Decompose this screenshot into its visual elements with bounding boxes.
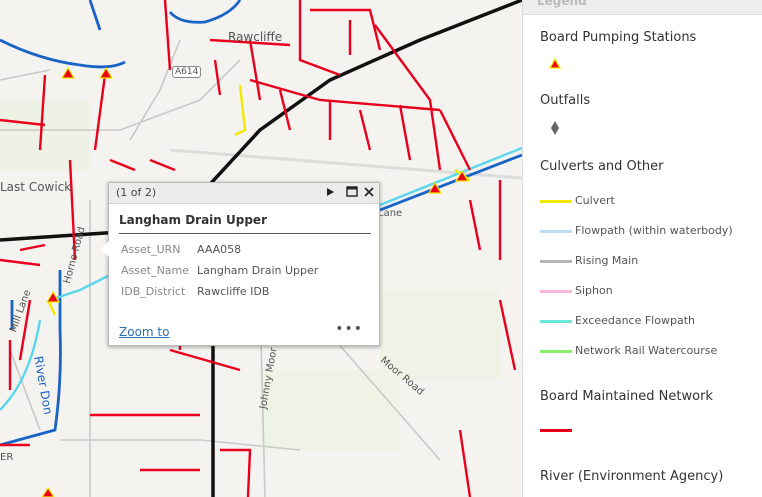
legend-item-label: Network Rail Watercourse (575, 344, 718, 357)
legend-section-river: River (Environment Agency) (540, 469, 724, 484)
legend-item-label: Siphon (575, 284, 613, 297)
field-value: AAA058 (197, 243, 242, 256)
popup-header: (1 of 2) (109, 183, 379, 204)
culvert-swatch (540, 200, 572, 203)
popup-field-row: IDB_District Rawcliffe IDB (121, 285, 269, 298)
legend-title: Legend (537, 0, 587, 8)
place-label-last-cowick: Last Cowick (0, 180, 72, 194)
board-network-swatch (540, 429, 572, 432)
field-value: Rawcliffe IDB (197, 285, 270, 298)
legend-item-label: Rising Main (575, 254, 639, 267)
legend-header: Legend (523, 0, 762, 15)
outfall-symbol-icon (551, 121, 559, 135)
map-edge-label: ER (0, 452, 14, 463)
place-label-rawcliffe: Rawcliffe (228, 30, 283, 44)
network-rail-swatch (540, 350, 572, 353)
popup-title: Langham Drain Upper (119, 213, 267, 227)
popup-field-row: Asset_Name Langham Drain Upper (121, 264, 318, 277)
zoom-to-link[interactable]: Zoom to (119, 325, 169, 339)
road-label-lane: Lane (378, 208, 403, 219)
legend-item-label: Exceedance Flowpath (575, 314, 695, 327)
flowpath-swatch (540, 230, 572, 233)
legend-item-label: Flowpath (within waterbody) (575, 224, 733, 237)
legend-item-label: Culvert (575, 194, 615, 207)
more-actions-button[interactable]: ••• (335, 321, 363, 337)
dock-icon[interactable] (345, 185, 359, 199)
rising-main-swatch (540, 260, 572, 263)
legend-section-outfalls: Outfalls (540, 93, 591, 108)
field-key: Asset_URN (121, 243, 181, 256)
legend-section-culverts: Culverts and Other (540, 159, 664, 174)
popup-divider (119, 233, 371, 234)
legend-panel: Legend Board Pumping Stations Outfalls C… (522, 0, 762, 497)
close-icon[interactable] (362, 185, 376, 199)
popup-field-row: Asset_URN AAA058 (121, 243, 241, 256)
feature-popup: (1 of 2) Langham Drain Upper Asset_URN AA… (100, 182, 380, 346)
pumping-station-symbol-icon (548, 57, 562, 69)
exceedance-flowpath-swatch (540, 320, 572, 323)
field-value: Langham Drain Upper (197, 264, 319, 277)
legend-section-pumping-stations: Board Pumping Stations (540, 30, 697, 45)
field-key: Asset_Name (121, 264, 190, 277)
popup-pager: (1 of 2) (116, 186, 157, 199)
siphon-swatch (540, 290, 572, 293)
legend-section-board-network: Board Maintained Network (540, 389, 713, 404)
map-view[interactable]: Rawcliffe Last Cowick A614 River Don Moo… (0, 0, 522, 497)
road-shield-a614: A614 (172, 66, 202, 78)
field-key: IDB_District (121, 285, 186, 298)
next-feature-icon[interactable] (323, 185, 337, 199)
popup-pointer (100, 241, 109, 257)
